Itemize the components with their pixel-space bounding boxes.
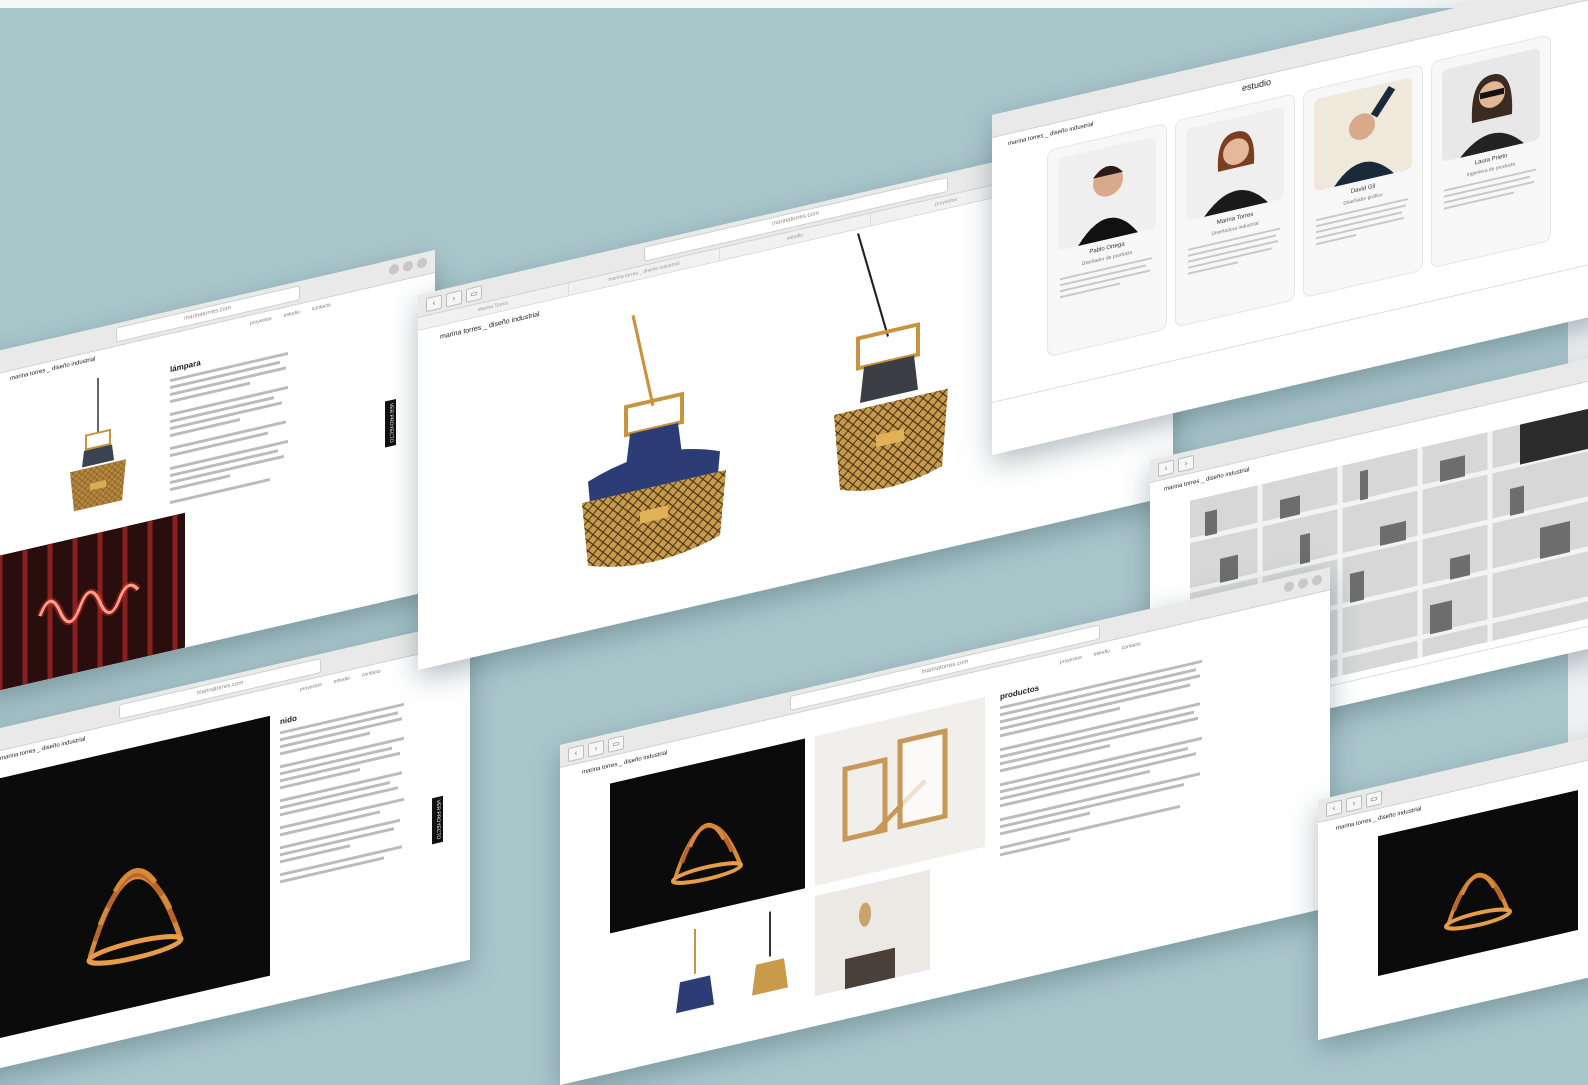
- person-avatar: [1442, 47, 1540, 163]
- sidebar-icon[interactable]: ▭: [608, 735, 624, 753]
- menu-item[interactable]: contacto: [1122, 641, 1141, 651]
- navigation-buttons: ‹ › ▭: [568, 735, 624, 763]
- back-icon[interactable]: ‹: [568, 744, 584, 763]
- window-controls: [389, 256, 427, 276]
- menu-item[interactable]: proyectos: [250, 316, 272, 327]
- team-photo: [1442, 47, 1540, 163]
- nest-lamp-thumbnail: [610, 738, 805, 934]
- text-lines: [280, 702, 404, 884]
- view-project-tag[interactable]: VER PROYECTO: [432, 795, 443, 844]
- team-card[interactable]: Laura Prieto Ingeniera de producto: [1431, 33, 1551, 269]
- wooden-lamp-thumbnail: [815, 696, 985, 887]
- team-card[interactable]: David Gil Diseñador gráfico: [1303, 63, 1423, 299]
- person-avatar: [1314, 77, 1412, 192]
- person-avatar: [1058, 136, 1156, 251]
- menu-item[interactable]: estudio: [334, 675, 350, 685]
- address-bar[interactable]: marinatorres.com: [115, 285, 300, 343]
- sidebar-icon[interactable]: ▭: [466, 285, 482, 303]
- project-description: nido: [280, 688, 410, 954]
- project-description: lámpara: [170, 337, 295, 522]
- window-controls: [1284, 574, 1322, 593]
- back-icon[interactable]: ‹: [1158, 459, 1174, 478]
- forward-icon[interactable]: ›: [446, 289, 462, 308]
- control-dot-icon[interactable]: [417, 256, 427, 270]
- browser-window-bottom-right: ‹ › ▭ marina torres _ diseño industrial: [1318, 730, 1588, 1040]
- sidebar-icon[interactable]: ▭: [1366, 790, 1382, 808]
- menu-item[interactable]: estudio: [284, 309, 300, 319]
- menu-item[interactable]: proyectos: [1060, 655, 1082, 666]
- menu-item[interactable]: proyectos: [300, 682, 322, 693]
- team-card[interactable]: Pablo Ortega Diseñador de producto: [1047, 122, 1167, 358]
- back-icon[interactable]: ‹: [426, 294, 442, 313]
- products-description: productos: [1000, 645, 1210, 909]
- browser-window-left-bottom: marinatorres.com marina torres _ diseño …: [0, 619, 470, 1075]
- pendant-lamps-thumbnail: [676, 911, 788, 1014]
- interior-thumbnail: [815, 869, 930, 997]
- team-photo: [1314, 77, 1412, 192]
- navigation-buttons: ‹ ›: [1158, 454, 1194, 478]
- menu-item[interactable]: estudio: [1094, 648, 1110, 658]
- view-project-tag[interactable]: VER PROYECTO: [385, 398, 396, 448]
- address-bar[interactable]: marinatorres.com: [119, 657, 321, 720]
- navigation-buttons: ‹ › ▭: [1326, 790, 1382, 818]
- team-card[interactable]: Marina Torres Diseñadora industrial: [1175, 93, 1295, 328]
- team-photo: [1058, 136, 1156, 251]
- menu-item[interactable]: contacto: [312, 302, 331, 312]
- text-lines: [170, 351, 288, 505]
- browser-window-products: ‹ › ▭ marinatorres.com marina torres _ dis…: [560, 567, 1330, 1085]
- forward-icon[interactable]: ›: [1346, 794, 1362, 813]
- control-dot-icon[interactable]: [1312, 574, 1322, 587]
- control-dot-icon[interactable]: [1284, 580, 1294, 593]
- menu-item[interactable]: contacto: [362, 668, 381, 678]
- person-avatar: [1186, 106, 1284, 222]
- text-lines: [1000, 659, 1202, 857]
- back-icon[interactable]: ‹: [1326, 799, 1342, 818]
- forward-icon[interactable]: ›: [1178, 454, 1194, 473]
- control-dot-icon[interactable]: [389, 263, 399, 276]
- control-dot-icon[interactable]: [1298, 577, 1308, 590]
- forward-icon[interactable]: ›: [588, 739, 604, 758]
- background-top-edge: [0, 0, 1588, 8]
- nest-lamp-photo: [0, 715, 270, 1039]
- team-photo: [1186, 106, 1284, 222]
- browser-window-left-top: marinatorres.com marina torres _ diseño …: [0, 249, 435, 696]
- nest-lamp-photo: [1378, 789, 1578, 977]
- control-dot-icon[interactable]: [403, 260, 413, 273]
